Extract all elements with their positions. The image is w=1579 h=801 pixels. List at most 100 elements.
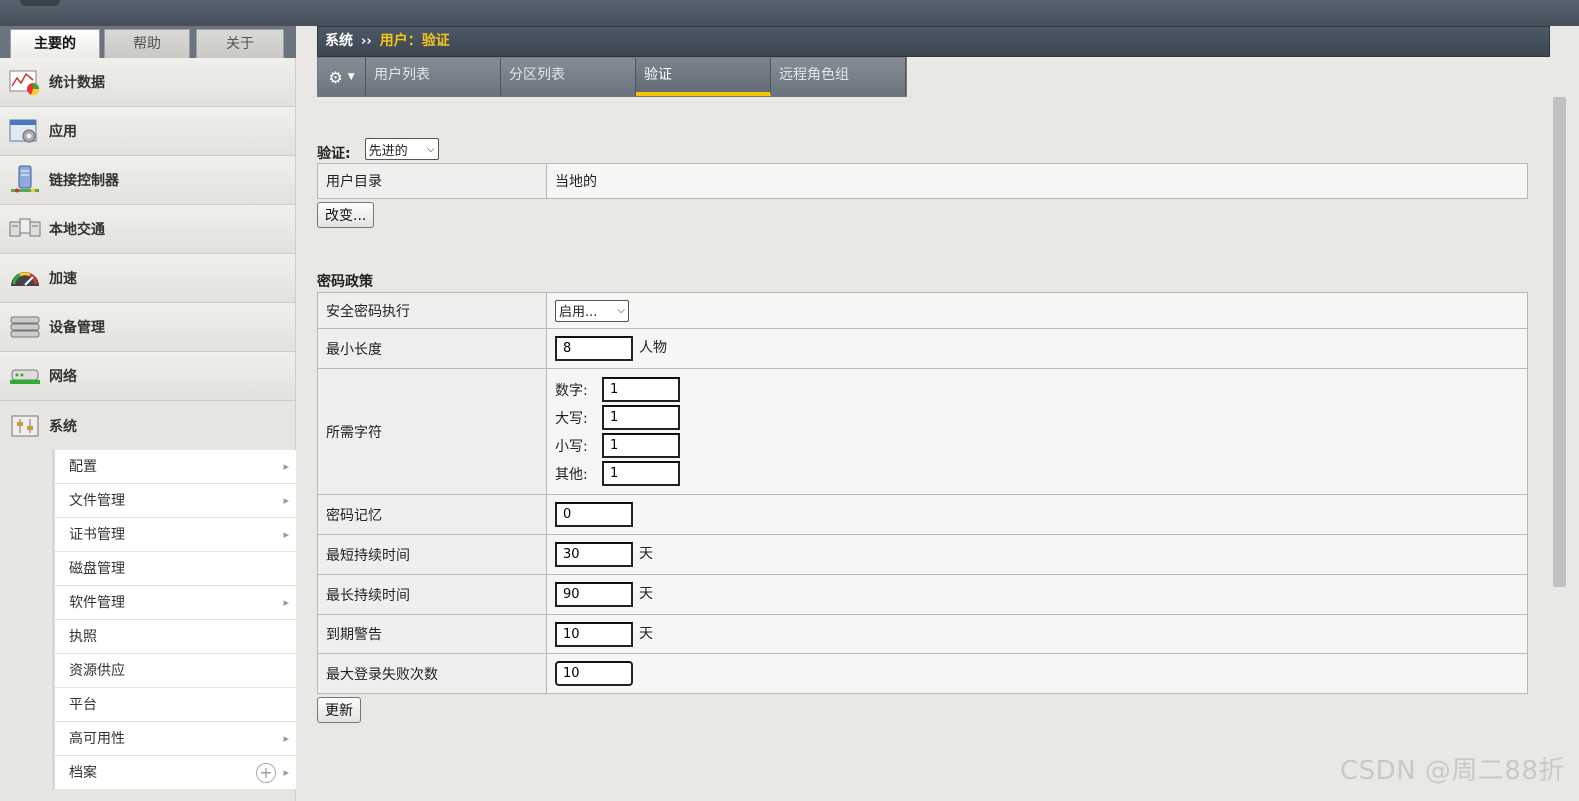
- tab-authentication[interactable]: 验证: [636, 58, 771, 96]
- sidebar-item-label: 设备管理: [49, 320, 105, 336]
- chevron-right-icon: ▸: [283, 766, 289, 779]
- expiry-warning-input[interactable]: [555, 621, 633, 647]
- day-unit: 天: [639, 586, 653, 602]
- submenu-item-label: 资源供应: [69, 663, 125, 679]
- sidebar-item-label: 本地交通: [49, 222, 105, 238]
- sidebar-item-network[interactable]: 网络: [0, 352, 295, 401]
- user-dir-label: 用户目录: [317, 163, 547, 199]
- sidebar-item-device-management[interactable]: 设备管理: [0, 303, 295, 352]
- breadcrumb: 系统 ›› 用户：验证: [317, 26, 1550, 57]
- table-row: 密码记忆: [317, 494, 1528, 535]
- table-row: 最大登录失败次数: [317, 653, 1528, 694]
- min-length-input[interactable]: [555, 336, 633, 361]
- submenu-item[interactable]: 文件管理 ▸: [55, 484, 296, 518]
- system-submenu: 配置 ▸ 文件管理 ▸ 证书管理 ▸ 磁盘管理 软件管理 ▸ 执照 资源供应 平台 高可…: [52, 450, 296, 790]
- min-duration-label: 最短持续时间: [317, 534, 547, 575]
- tab-user-list[interactable]: 用户列表: [366, 58, 501, 96]
- other-label: 其他:: [555, 466, 588, 483]
- chevron-right-icon: ▸: [283, 732, 289, 745]
- table-row: 安全密码执行 启用... ⌵: [317, 292, 1528, 329]
- digits-input[interactable]: [602, 377, 680, 402]
- vertical-scrollbar[interactable]: [1553, 97, 1566, 587]
- submenu-item[interactable]: 资源供应: [55, 654, 296, 688]
- breadcrumb-root[interactable]: 系统: [325, 33, 353, 49]
- submenu-item[interactable]: 证书管理 ▸: [55, 518, 296, 552]
- gear-menu-button[interactable]: ⚙ ▼: [318, 58, 366, 96]
- lowercase-label: 小写:: [555, 438, 588, 455]
- table-row: 到期警告 天: [317, 614, 1528, 654]
- sidebar-item-label: 网络: [49, 369, 77, 385]
- submenu-item[interactable]: 高可用性 ▸: [55, 722, 296, 756]
- sidebar-item-statistics[interactable]: 统计数据: [0, 58, 295, 107]
- chevron-right-icon: ▸: [283, 494, 289, 507]
- required-chars-label: 所需字符: [317, 368, 547, 495]
- header-notch: [20, 0, 60, 6]
- submenu-item[interactable]: 软件管理 ▸: [55, 586, 296, 620]
- sidebar-item-link-controller[interactable]: 链接控制器: [0, 156, 295, 205]
- day-unit: 天: [639, 546, 653, 562]
- submenu-item[interactable]: 配置 ▸: [55, 450, 296, 484]
- user-directory-table: 用户目录 当地的: [317, 163, 1528, 199]
- sidebar: 统计数据 应用 链接控制器 本地交通 加速 设备管理 网络 系统 配置 ▸ 文件…: [0, 58, 296, 801]
- sidebar-item-label: 加速: [49, 271, 77, 287]
- auth-select[interactable]: 先进的 ⌵: [364, 138, 439, 160]
- secure-enforce-select[interactable]: 启用... ⌵: [555, 299, 629, 322]
- submenu-item-label: 磁盘管理: [69, 561, 125, 577]
- submenu-item[interactable]: 磁盘管理: [55, 552, 296, 586]
- auth-select-value: 先进的: [368, 143, 408, 159]
- application-icon: [9, 116, 41, 146]
- submenu-item-label: 文件管理: [69, 493, 125, 509]
- tab-about[interactable]: 关于: [196, 29, 284, 58]
- sidebar-item-system[interactable]: 系统: [0, 401, 295, 450]
- digits-label: 数字:: [555, 382, 588, 399]
- password-policy-table: 安全密码执行 启用... ⌵ 最小长度 人物 所需字符 数字: 大写: 小写: …: [317, 292, 1528, 694]
- day-unit: 天: [639, 625, 653, 642]
- tab-remote-role-groups[interactable]: 远程角色组: [771, 58, 906, 96]
- sidebar-item-label: 应用: [49, 124, 77, 140]
- table-row: 所需字符 数字: 大写: 小写: 其他:: [317, 368, 1528, 495]
- max-duration-input[interactable]: [555, 582, 633, 607]
- content-tabstrip: ⚙ ▼ 用户列表 分区列表 验证 远程角色组: [317, 57, 1550, 97]
- min-length-label: 最小长度: [317, 328, 547, 369]
- max-login-failures-input[interactable]: [555, 661, 633, 686]
- submenu-item[interactable]: 平台: [55, 688, 296, 722]
- auth-label: 验证:: [317, 146, 351, 162]
- sidebar-item-acceleration[interactable]: 加速: [0, 254, 295, 303]
- table-row: 用户目录 当地的: [317, 163, 1528, 199]
- user-dir-value: 当地的: [546, 163, 1528, 199]
- local-traffic-icon: [9, 214, 41, 244]
- update-button[interactable]: 更新: [317, 697, 361, 723]
- caret-down-icon: ▼: [347, 72, 355, 82]
- tab-help[interactable]: 帮助: [104, 29, 190, 58]
- min-duration-input[interactable]: [555, 542, 633, 567]
- chevron-right-icon: ▸: [283, 460, 289, 473]
- add-icon[interactable]: +: [256, 763, 276, 783]
- table-row: 最短持续时间 天: [317, 534, 1528, 575]
- submenu-item[interactable]: 档案 + ▸: [55, 756, 296, 790]
- max-duration-label: 最长持续时间: [317, 574, 547, 615]
- uppercase-label: 大写:: [555, 410, 588, 427]
- sidebar-item-label: 系统: [49, 418, 77, 435]
- submenu-item[interactable]: 执照: [55, 620, 296, 654]
- lowercase-input[interactable]: [602, 433, 680, 458]
- other-input[interactable]: [602, 461, 680, 486]
- gear-icon: ⚙: [328, 67, 343, 87]
- acceleration-icon: [9, 263, 41, 293]
- tab-partition-list[interactable]: 分区列表: [501, 58, 636, 96]
- main-tabs: 主要的 帮助 关于: [0, 26, 296, 58]
- sidebar-item-application[interactable]: 应用: [0, 107, 295, 156]
- table-row: 最长持续时间 天: [317, 574, 1528, 615]
- breadcrumb-current: 用户：验证: [379, 33, 450, 49]
- submenu-item-label: 平台: [69, 697, 97, 713]
- chevron-right-icon: ▸: [283, 528, 289, 541]
- change-button[interactable]: 改变...: [317, 202, 375, 228]
- password-policy-title: 密码政策: [317, 274, 373, 290]
- submenu-item-label: 软件管理: [69, 595, 125, 611]
- sidebar-item-local-traffic[interactable]: 本地交通: [0, 205, 295, 254]
- chevron-down-icon: ⌵: [617, 305, 625, 316]
- memory-input[interactable]: [555, 502, 633, 527]
- min-length-unit: 人物: [639, 340, 667, 356]
- tab-main[interactable]: 主要的: [10, 29, 100, 58]
- uppercase-input[interactable]: [602, 405, 680, 430]
- device-management-icon: [9, 312, 41, 342]
